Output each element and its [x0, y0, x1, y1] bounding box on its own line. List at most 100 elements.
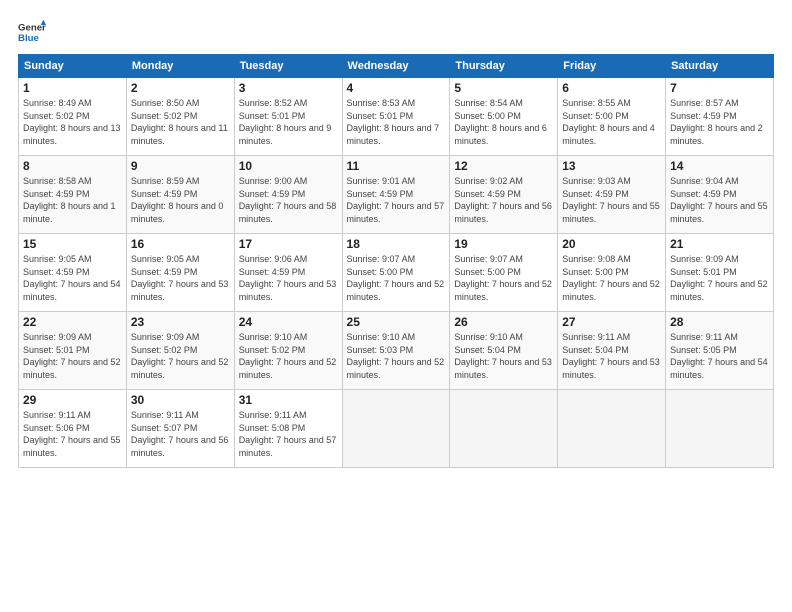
day-number: 23 — [131, 315, 230, 329]
day-info: Sunrise: 9:02 AMSunset: 4:59 PMDaylight:… — [454, 176, 552, 224]
day-info: Sunrise: 9:11 AMSunset: 5:07 PMDaylight:… — [131, 410, 229, 458]
day-info: Sunrise: 9:11 AMSunset: 5:04 PMDaylight:… — [562, 332, 660, 380]
calendar-cell: 4 Sunrise: 8:53 AMSunset: 5:01 PMDayligh… — [342, 78, 450, 156]
calendar-week: 1 Sunrise: 8:49 AMSunset: 5:02 PMDayligh… — [19, 78, 774, 156]
day-info: Sunrise: 9:07 AMSunset: 5:00 PMDaylight:… — [347, 254, 445, 302]
day-info: Sunrise: 8:49 AMSunset: 5:02 PMDaylight:… — [23, 98, 121, 146]
calendar-cell: 12 Sunrise: 9:02 AMSunset: 4:59 PMDaylig… — [450, 156, 558, 234]
day-number: 14 — [670, 159, 769, 173]
day-info: Sunrise: 8:57 AMSunset: 4:59 PMDaylight:… — [670, 98, 763, 146]
day-number: 8 — [23, 159, 122, 173]
calendar-cell — [450, 390, 558, 468]
day-number: 9 — [131, 159, 230, 173]
day-number: 22 — [23, 315, 122, 329]
day-number: 26 — [454, 315, 553, 329]
logo: General Blue — [18, 18, 46, 46]
day-number: 20 — [562, 237, 661, 251]
day-number: 17 — [239, 237, 338, 251]
day-number: 3 — [239, 81, 338, 95]
weekday-header: Thursday — [450, 55, 558, 78]
calendar-cell: 22 Sunrise: 9:09 AMSunset: 5:01 PMDaylig… — [19, 312, 127, 390]
calendar-week: 15 Sunrise: 9:05 AMSunset: 4:59 PMDaylig… — [19, 234, 774, 312]
calendar-cell: 21 Sunrise: 9:09 AMSunset: 5:01 PMDaylig… — [666, 234, 774, 312]
day-number: 24 — [239, 315, 338, 329]
calendar-week: 29 Sunrise: 9:11 AMSunset: 5:06 PMDaylig… — [19, 390, 774, 468]
calendar-cell: 15 Sunrise: 9:05 AMSunset: 4:59 PMDaylig… — [19, 234, 127, 312]
weekday-header: Monday — [126, 55, 234, 78]
day-number: 4 — [347, 81, 446, 95]
calendar-cell: 13 Sunrise: 9:03 AMSunset: 4:59 PMDaylig… — [558, 156, 666, 234]
day-info: Sunrise: 8:59 AMSunset: 4:59 PMDaylight:… — [131, 176, 224, 224]
weekday-header: Tuesday — [234, 55, 342, 78]
day-number: 11 — [347, 159, 446, 173]
calendar-cell — [342, 390, 450, 468]
calendar-cell: 10 Sunrise: 9:00 AMSunset: 4:59 PMDaylig… — [234, 156, 342, 234]
day-number: 15 — [23, 237, 122, 251]
weekday-header: Sunday — [19, 55, 127, 78]
day-info: Sunrise: 9:05 AMSunset: 4:59 PMDaylight:… — [131, 254, 229, 302]
day-number: 7 — [670, 81, 769, 95]
calendar-cell: 9 Sunrise: 8:59 AMSunset: 4:59 PMDayligh… — [126, 156, 234, 234]
calendar-cell: 7 Sunrise: 8:57 AMSunset: 4:59 PMDayligh… — [666, 78, 774, 156]
weekday-header: Friday — [558, 55, 666, 78]
svg-text:Blue: Blue — [18, 33, 39, 44]
calendar-cell — [558, 390, 666, 468]
day-info: Sunrise: 8:58 AMSunset: 4:59 PMDaylight:… — [23, 176, 116, 224]
calendar-cell: 6 Sunrise: 8:55 AMSunset: 5:00 PMDayligh… — [558, 78, 666, 156]
day-number: 1 — [23, 81, 122, 95]
calendar-cell: 14 Sunrise: 9:04 AMSunset: 4:59 PMDaylig… — [666, 156, 774, 234]
day-info: Sunrise: 8:50 AMSunset: 5:02 PMDaylight:… — [131, 98, 228, 146]
calendar-cell: 17 Sunrise: 9:06 AMSunset: 4:59 PMDaylig… — [234, 234, 342, 312]
day-number: 31 — [239, 393, 338, 407]
day-info: Sunrise: 9:08 AMSunset: 5:00 PMDaylight:… — [562, 254, 660, 302]
day-info: Sunrise: 9:09 AMSunset: 5:02 PMDaylight:… — [131, 332, 229, 380]
day-number: 13 — [562, 159, 661, 173]
calendar-cell: 16 Sunrise: 9:05 AMSunset: 4:59 PMDaylig… — [126, 234, 234, 312]
calendar-cell: 18 Sunrise: 9:07 AMSunset: 5:00 PMDaylig… — [342, 234, 450, 312]
calendar-cell: 31 Sunrise: 9:11 AMSunset: 5:08 PMDaylig… — [234, 390, 342, 468]
day-info: Sunrise: 8:55 AMSunset: 5:00 PMDaylight:… — [562, 98, 655, 146]
calendar-cell: 24 Sunrise: 9:10 AMSunset: 5:02 PMDaylig… — [234, 312, 342, 390]
calendar-cell: 28 Sunrise: 9:11 AMSunset: 5:05 PMDaylig… — [666, 312, 774, 390]
day-info: Sunrise: 9:11 AMSunset: 5:08 PMDaylight:… — [239, 410, 337, 458]
calendar-cell: 25 Sunrise: 9:10 AMSunset: 5:03 PMDaylig… — [342, 312, 450, 390]
day-info: Sunrise: 8:52 AMSunset: 5:01 PMDaylight:… — [239, 98, 332, 146]
day-number: 28 — [670, 315, 769, 329]
day-info: Sunrise: 9:11 AMSunset: 5:05 PMDaylight:… — [670, 332, 768, 380]
header: General Blue — [18, 18, 774, 46]
weekday-header: Wednesday — [342, 55, 450, 78]
calendar-cell: 3 Sunrise: 8:52 AMSunset: 5:01 PMDayligh… — [234, 78, 342, 156]
calendar-cell: 29 Sunrise: 9:11 AMSunset: 5:06 PMDaylig… — [19, 390, 127, 468]
calendar-week: 22 Sunrise: 9:09 AMSunset: 5:01 PMDaylig… — [19, 312, 774, 390]
day-number: 21 — [670, 237, 769, 251]
calendar-cell: 30 Sunrise: 9:11 AMSunset: 5:07 PMDaylig… — [126, 390, 234, 468]
day-info: Sunrise: 9:09 AMSunset: 5:01 PMDaylight:… — [670, 254, 768, 302]
calendar-cell: 1 Sunrise: 8:49 AMSunset: 5:02 PMDayligh… — [19, 78, 127, 156]
day-number: 19 — [454, 237, 553, 251]
calendar-cell: 8 Sunrise: 8:58 AMSunset: 4:59 PMDayligh… — [19, 156, 127, 234]
day-info: Sunrise: 8:54 AMSunset: 5:00 PMDaylight:… — [454, 98, 547, 146]
calendar-cell: 19 Sunrise: 9:07 AMSunset: 5:00 PMDaylig… — [450, 234, 558, 312]
calendar-cell: 20 Sunrise: 9:08 AMSunset: 5:00 PMDaylig… — [558, 234, 666, 312]
day-number: 10 — [239, 159, 338, 173]
calendar-week: 8 Sunrise: 8:58 AMSunset: 4:59 PMDayligh… — [19, 156, 774, 234]
day-info: Sunrise: 9:00 AMSunset: 4:59 PMDaylight:… — [239, 176, 337, 224]
day-number: 16 — [131, 237, 230, 251]
calendar-table: SundayMondayTuesdayWednesdayThursdayFrid… — [18, 54, 774, 468]
day-number: 27 — [562, 315, 661, 329]
day-number: 2 — [131, 81, 230, 95]
calendar-cell — [666, 390, 774, 468]
calendar-cell: 23 Sunrise: 9:09 AMSunset: 5:02 PMDaylig… — [126, 312, 234, 390]
day-info: Sunrise: 9:07 AMSunset: 5:00 PMDaylight:… — [454, 254, 552, 302]
day-info: Sunrise: 9:10 AMSunset: 5:02 PMDaylight:… — [239, 332, 337, 380]
day-info: Sunrise: 8:53 AMSunset: 5:01 PMDaylight:… — [347, 98, 440, 146]
day-number: 25 — [347, 315, 446, 329]
day-number: 29 — [23, 393, 122, 407]
weekday-header: Saturday — [666, 55, 774, 78]
calendar-cell: 2 Sunrise: 8:50 AMSunset: 5:02 PMDayligh… — [126, 78, 234, 156]
day-number: 5 — [454, 81, 553, 95]
calendar-cell: 5 Sunrise: 8:54 AMSunset: 5:00 PMDayligh… — [450, 78, 558, 156]
day-info: Sunrise: 9:03 AMSunset: 4:59 PMDaylight:… — [562, 176, 660, 224]
day-info: Sunrise: 9:09 AMSunset: 5:01 PMDaylight:… — [23, 332, 121, 380]
day-info: Sunrise: 9:10 AMSunset: 5:03 PMDaylight:… — [347, 332, 445, 380]
